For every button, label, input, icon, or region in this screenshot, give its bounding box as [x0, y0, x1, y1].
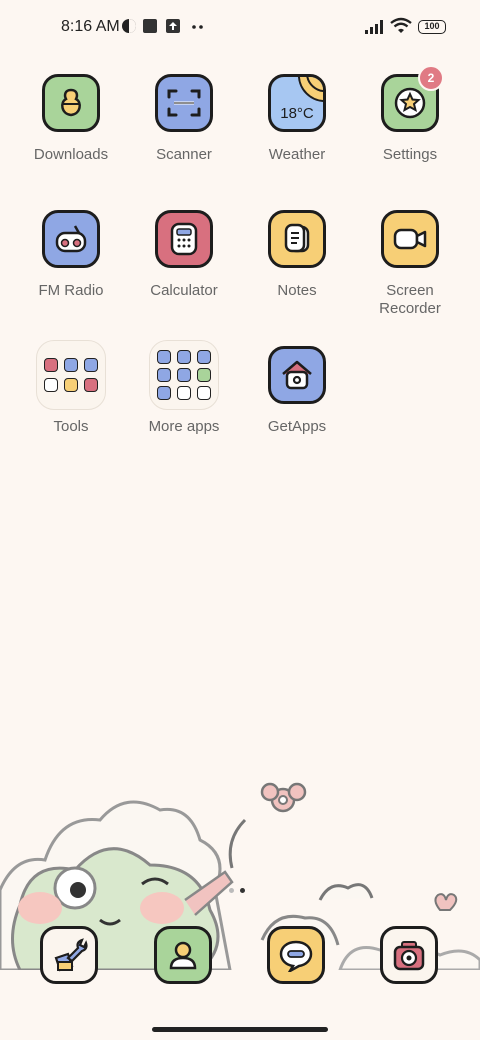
wifi-icon: [390, 17, 412, 33]
app-label: Calculator: [150, 282, 218, 299]
app-scanner[interactable]: Scanner: [129, 74, 239, 164]
notification-badge: 2: [418, 65, 444, 91]
app-label: FM Radio: [38, 282, 104, 299]
camera-icon: [393, 941, 425, 971]
app-getapps[interactable]: GetApps: [242, 346, 352, 436]
mini-app-icon: [197, 386, 211, 400]
upload-notification-icon: [166, 19, 180, 33]
page-indicator: [229, 880, 251, 898]
app-label: Downloads: [33, 146, 109, 163]
weather-temp: 18°C: [280, 104, 314, 122]
page-dot: [229, 888, 234, 893]
app-label: Settings: [382, 146, 438, 163]
status-time: 8:16 AM: [61, 18, 120, 35]
app-notes[interactable]: Notes: [242, 210, 352, 300]
chat-icon: [279, 940, 313, 972]
dock-tools[interactable]: [40, 926, 98, 984]
mini-app-icon: [44, 378, 58, 392]
mini-app-icon: [157, 368, 171, 382]
folder-icon: [149, 340, 219, 410]
more-dots-icon: [192, 25, 203, 29]
store-icon: [268, 346, 326, 404]
mini-app-icon: [197, 350, 211, 364]
scan-icon: [155, 74, 213, 132]
weather-icon: 18°C: [268, 74, 326, 132]
theme-icon: [122, 19, 136, 33]
mini-app-icon: [84, 358, 98, 372]
home-gesture-bar[interactable]: [152, 1027, 328, 1032]
mini-app-icon: [197, 368, 211, 382]
app-label: Screen Recorder: [379, 282, 441, 317]
app-label: More apps: [148, 418, 220, 435]
app-screen-recorder[interactable]: Screen Recorder: [355, 210, 465, 318]
download-icon: [42, 74, 100, 132]
app-calculator[interactable]: Calculator: [129, 210, 239, 300]
dock-messages[interactable]: [267, 926, 325, 984]
app-label: Weather: [268, 146, 326, 163]
settings-icon: 2: [381, 65, 444, 132]
app-label: Tools: [53, 418, 89, 435]
folder-more-apps[interactable]: More apps: [129, 340, 239, 436]
dock-camera[interactable]: [380, 926, 438, 984]
app-label: Notes: [277, 282, 317, 299]
mini-app-icon: [177, 350, 191, 364]
page-dot-active: [240, 888, 245, 893]
square-notification-icon: [143, 19, 157, 33]
app-label: Scanner: [156, 146, 212, 163]
battery-icon: 100: [418, 20, 446, 34]
mini-app-icon: [157, 386, 171, 400]
mini-app-icon: [64, 378, 78, 392]
mini-app-icon: [84, 378, 98, 392]
mini-app-icon: [177, 368, 191, 382]
signal-icon: [365, 20, 383, 34]
radio-icon: [42, 210, 100, 268]
app-label: GetApps: [267, 418, 327, 435]
notes-icon: [268, 210, 326, 268]
app-fm-radio[interactable]: FM Radio: [16, 210, 126, 300]
folder-tools[interactable]: Tools: [16, 340, 126, 436]
folder-icon: [36, 340, 106, 410]
app-downloads[interactable]: Downloads: [16, 74, 126, 164]
mini-app-icon: [177, 386, 191, 400]
person-icon: [169, 941, 197, 970]
app-settings[interactable]: 2 Settings: [355, 65, 465, 164]
calculator-icon: [155, 210, 213, 268]
status-bar: 8:16 AM 100: [0, 0, 480, 56]
mini-app-icon: [64, 358, 78, 372]
app-weather[interactable]: 18°C Weather: [242, 74, 352, 164]
video-icon: [381, 210, 439, 268]
wrench-icon: [54, 938, 88, 972]
dock-contacts[interactable]: [154, 926, 212, 984]
mini-app-icon: [157, 350, 171, 364]
mini-app-icon: [44, 358, 58, 372]
